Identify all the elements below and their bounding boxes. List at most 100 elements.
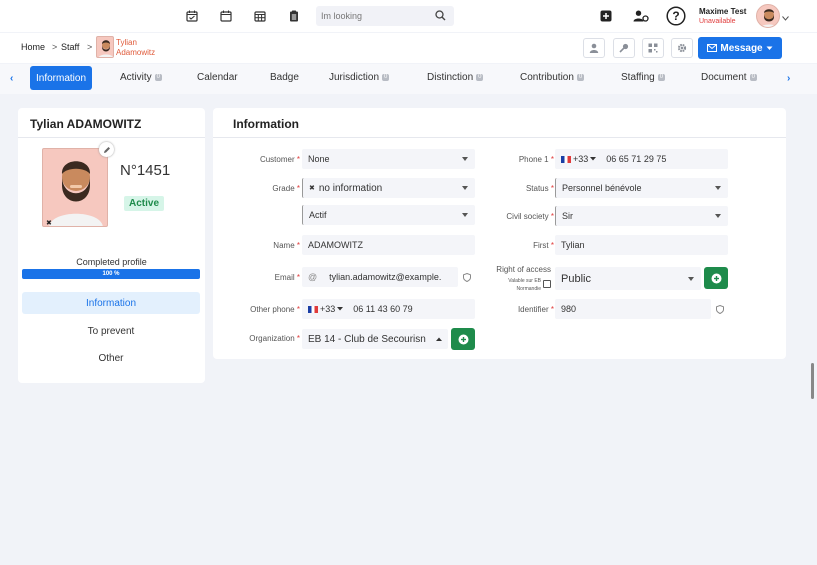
user-settings-icon[interactable] bbox=[633, 9, 649, 23]
divider bbox=[213, 137, 786, 138]
breadcrumb-separator: > bbox=[87, 42, 93, 52]
completion-progress-bar: 100 % bbox=[22, 269, 200, 279]
information-card: Information Customer * None Grade * ✖ no … bbox=[213, 108, 786, 359]
profile-menu-label: To prevent bbox=[87, 325, 135, 337]
tab-badge[interactable]: Badge bbox=[270, 72, 299, 83]
breadcrumb-person-last[interactable]: Adamowitz bbox=[116, 48, 155, 57]
caret-up-icon bbox=[436, 337, 442, 341]
customer-select[interactable]: None bbox=[302, 149, 475, 169]
other-phone-code[interactable]: +33 bbox=[320, 304, 335, 314]
tab-badge: 0 bbox=[154, 74, 163, 81]
tab-calendar[interactable]: Calendar bbox=[197, 72, 238, 83]
right-of-access-sub-label: Valable sur EB Normandie bbox=[508, 278, 541, 292]
profile-menu-to-prevent[interactable]: To prevent bbox=[22, 320, 200, 342]
france-flag-icon[interactable] bbox=[561, 155, 571, 163]
calendar-grid-icon[interactable] bbox=[253, 9, 267, 23]
tab-activity[interactable]: Activity 0 bbox=[120, 72, 163, 83]
calendar-check-icon[interactable] bbox=[185, 9, 199, 23]
gear-icon bbox=[677, 43, 687, 53]
breadcrumb: Home > Staff > Tylian Adamowitz Message bbox=[0, 33, 817, 63]
grade-sub-select[interactable]: Actif bbox=[302, 205, 475, 225]
tab-document[interactable]: Document 0 bbox=[701, 72, 757, 83]
email-input[interactable]: @ tylian.adamowitz@example. bbox=[302, 267, 458, 287]
plus-circle-icon bbox=[711, 273, 721, 283]
caret-down-icon bbox=[462, 213, 468, 217]
organization-select[interactable]: EB 14 - Club de Secourisn bbox=[302, 329, 448, 349]
right-of-access-value: Public bbox=[561, 272, 591, 285]
clipboard-list-icon[interactable] bbox=[287, 9, 301, 23]
grade-value: no information bbox=[318, 182, 383, 194]
remove-photo-icon[interactable]: ✖ bbox=[46, 219, 52, 226]
tab-badge: 0 bbox=[576, 74, 585, 81]
customer-label: Customer * bbox=[259, 155, 300, 164]
profile-menu-other[interactable]: Other bbox=[22, 347, 200, 369]
tab-jurisdiction[interactable]: Jurisdiction 0 bbox=[329, 72, 390, 83]
qr-code-button[interactable] bbox=[642, 38, 664, 58]
phone1-input[interactable]: +33 06 65 71 29 75 bbox=[555, 149, 728, 169]
tab-label: Jurisdiction bbox=[329, 72, 380, 83]
tab-label: Activity bbox=[120, 72, 152, 83]
chevron-down-icon[interactable] bbox=[782, 13, 789, 23]
profile-photo: ✖ bbox=[42, 148, 108, 227]
tab-contribution[interactable]: Contribution 0 bbox=[520, 72, 585, 83]
other-phone-input[interactable]: +33 06 11 43 60 79 bbox=[302, 299, 475, 319]
grade-sub-value: Actif bbox=[309, 210, 327, 220]
breadcrumb-person-first[interactable]: Tylian bbox=[116, 38, 137, 47]
identifier-value: 980 bbox=[561, 304, 577, 314]
name-value: ADAMOWITZ bbox=[308, 240, 363, 250]
breadcrumb-separator: > bbox=[52, 42, 58, 52]
tab-label: Document bbox=[701, 72, 747, 83]
completion-percent: 100 % bbox=[102, 271, 120, 277]
status-badge: Active bbox=[124, 196, 165, 211]
help-icon[interactable]: ? bbox=[666, 6, 686, 26]
right-of-access-checkbox[interactable] bbox=[543, 280, 551, 288]
caret-down-icon bbox=[715, 186, 721, 190]
tab-label: Information bbox=[36, 72, 87, 84]
breadcrumb-avatar bbox=[96, 36, 114, 58]
france-flag-icon[interactable] bbox=[308, 305, 318, 313]
add-access-button[interactable] bbox=[704, 267, 728, 289]
breadcrumb-home[interactable]: Home bbox=[21, 42, 45, 52]
name-input[interactable]: ADAMOWITZ bbox=[302, 235, 475, 255]
profile-menu-information[interactable]: Information bbox=[22, 292, 200, 314]
tab-distinction[interactable]: Distinction 0 bbox=[427, 72, 484, 83]
divider bbox=[18, 137, 205, 138]
status-select[interactable]: Personnel bénévole bbox=[555, 178, 728, 198]
add-square-icon[interactable] bbox=[599, 9, 613, 23]
shield-icon bbox=[716, 304, 724, 316]
tabs-scroll-right-icon[interactable]: › bbox=[787, 73, 790, 84]
user-name[interactable]: Maxime Test bbox=[699, 7, 746, 16]
search-icon[interactable] bbox=[435, 10, 446, 23]
phone1-code[interactable]: +33 bbox=[573, 154, 588, 164]
add-organization-button[interactable] bbox=[451, 328, 475, 350]
message-button[interactable]: Message bbox=[698, 37, 782, 59]
tab-staffing[interactable]: Staffing 0 bbox=[621, 72, 666, 83]
tab-label: Calendar bbox=[197, 72, 238, 83]
clear-icon[interactable]: ✖ bbox=[309, 184, 315, 192]
civil-society-select[interactable]: Sir bbox=[555, 206, 728, 226]
breadcrumb-staff[interactable]: Staff bbox=[61, 42, 79, 52]
calendar-icon[interactable] bbox=[219, 9, 233, 23]
user-avatar[interactable] bbox=[756, 4, 780, 28]
grade-select[interactable]: ✖ no information bbox=[302, 178, 475, 198]
caret-down-icon bbox=[337, 307, 344, 311]
tabs-scroll-left-icon[interactable]: ‹ bbox=[10, 73, 13, 84]
right-of-access-select[interactable]: Public bbox=[555, 267, 701, 290]
identifier-label: Identifier * bbox=[517, 305, 554, 314]
key-button[interactable] bbox=[613, 38, 635, 58]
plus-circle-icon bbox=[458, 334, 468, 344]
profile-button[interactable] bbox=[583, 38, 605, 58]
tab-information[interactable]: Information bbox=[30, 66, 93, 90]
name-label: Name * bbox=[273, 241, 300, 250]
other-phone-label: Other phone * bbox=[250, 305, 300, 314]
edit-photo-button[interactable] bbox=[99, 142, 114, 157]
first-input[interactable]: Tylian bbox=[555, 235, 728, 255]
settings-button[interactable] bbox=[671, 38, 693, 58]
first-label: First * bbox=[533, 241, 554, 250]
search-input[interactable]: Im looking bbox=[316, 6, 454, 26]
pencil-icon bbox=[103, 146, 110, 153]
qr-code-icon bbox=[648, 43, 658, 53]
profile-name: Tylian ADAMOWITZ bbox=[30, 117, 142, 131]
page-scrollbar-thumb[interactable] bbox=[811, 363, 814, 399]
identifier-input[interactable]: 980 bbox=[555, 299, 711, 319]
